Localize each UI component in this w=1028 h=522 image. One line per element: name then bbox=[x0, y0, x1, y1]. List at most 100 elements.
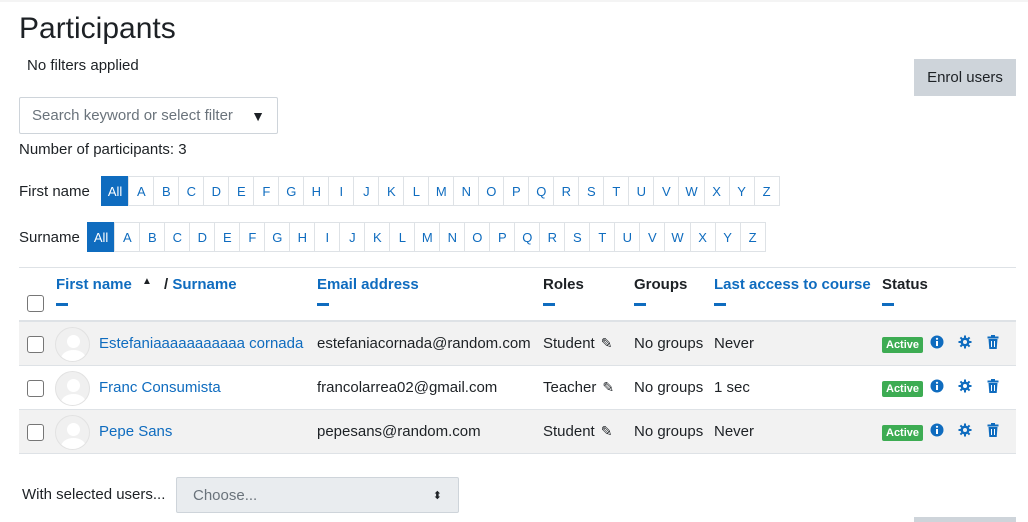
status-badge: Active bbox=[882, 337, 924, 353]
first-name-letter-j[interactable]: J bbox=[353, 176, 380, 206]
first-name-letter-y[interactable]: Y bbox=[728, 176, 755, 206]
first-name-letter-o[interactable]: O bbox=[478, 176, 505, 206]
info-icon[interactable] bbox=[930, 334, 944, 350]
first-name-letter-i[interactable]: I bbox=[328, 176, 355, 206]
gear-icon[interactable] bbox=[958, 422, 972, 438]
surname-letter-k[interactable]: K bbox=[364, 222, 391, 252]
first-name-letter-p[interactable]: P bbox=[503, 176, 530, 206]
first-name-letter-w[interactable]: W bbox=[678, 176, 705, 206]
info-icon[interactable] bbox=[930, 422, 944, 438]
first-name-letter-c[interactable]: C bbox=[178, 176, 205, 206]
first-name-letter-a[interactable]: A bbox=[128, 176, 155, 206]
user-avatar[interactable] bbox=[55, 415, 90, 450]
first-name-letter-f[interactable]: F bbox=[253, 176, 280, 206]
trash-icon[interactable] bbox=[986, 334, 1000, 350]
surname-letter-x[interactable]: X bbox=[689, 222, 716, 252]
row-select-checkbox[interactable] bbox=[27, 336, 44, 353]
surname-letter-s[interactable]: S bbox=[564, 222, 591, 252]
surname-letter-t[interactable]: T bbox=[589, 222, 616, 252]
first-name-letter-z[interactable]: Z bbox=[753, 176, 780, 206]
header-surname-label[interactable]: Surname bbox=[172, 276, 236, 293]
row-select-checkbox[interactable] bbox=[27, 424, 44, 441]
first-name-letter-t[interactable]: T bbox=[603, 176, 630, 206]
surname-letter-n[interactable]: N bbox=[439, 222, 466, 252]
first-name-letter-u[interactable]: U bbox=[628, 176, 655, 206]
surname-letter-o[interactable]: O bbox=[464, 222, 491, 252]
select-all-checkbox[interactable] bbox=[27, 295, 44, 312]
first-name-letter-v[interactable]: V bbox=[653, 176, 680, 206]
surname-letter-c[interactable]: C bbox=[164, 222, 191, 252]
gear-icon[interactable] bbox=[958, 334, 972, 350]
user-name-link[interactable]: Franc Consumista bbox=[99, 379, 221, 396]
first-name-letter-n[interactable]: N bbox=[453, 176, 480, 206]
surname-letter-i[interactable]: I bbox=[314, 222, 341, 252]
surname-letter-b[interactable]: B bbox=[139, 222, 166, 252]
surname-letter-v[interactable]: V bbox=[639, 222, 666, 252]
filters-status: No filters applied bbox=[27, 57, 139, 74]
first-name-letter-q[interactable]: Q bbox=[528, 176, 555, 206]
first-name-letter-e[interactable]: E bbox=[228, 176, 255, 206]
first-name-letter-l[interactable]: L bbox=[403, 176, 430, 206]
user-last-access: 1 sec bbox=[714, 379, 750, 396]
user-avatar[interactable] bbox=[55, 327, 90, 362]
enrol-users-button[interactable]: Enrol users bbox=[914, 59, 1016, 96]
header-last-access[interactable]: Last access to course bbox=[714, 276, 871, 306]
pencil-icon[interactable]: ✎ bbox=[602, 379, 614, 396]
surname-letter-e[interactable]: E bbox=[214, 222, 241, 252]
surname-letter-h[interactable]: H bbox=[289, 222, 316, 252]
surname-letter-f[interactable]: F bbox=[239, 222, 266, 252]
trash-icon[interactable] bbox=[986, 422, 1000, 438]
surname-letter-q[interactable]: Q bbox=[514, 222, 541, 252]
surname-letter-d[interactable]: D bbox=[189, 222, 216, 252]
surname-letter-all[interactable]: All bbox=[86, 222, 116, 252]
surname-letter-w[interactable]: W bbox=[664, 222, 691, 252]
user-name-link[interactable]: Pepe Sans bbox=[99, 423, 172, 440]
row-select-checkbox[interactable] bbox=[27, 380, 44, 397]
sort-ascending-icon: ▲ bbox=[142, 276, 152, 287]
first-name-letter-k[interactable]: K bbox=[378, 176, 405, 206]
user-groups: No groups bbox=[634, 335, 704, 352]
trash-icon[interactable] bbox=[986, 378, 1000, 394]
dropdown-caret-icon[interactable]: ▼ bbox=[251, 108, 265, 124]
search-filter-input[interactable]: Search keyword or select filter ▼ bbox=[19, 97, 278, 134]
first-name-letter-all[interactable]: All bbox=[100, 176, 130, 206]
surname-letter-u[interactable]: U bbox=[614, 222, 641, 252]
first-name-letter-r[interactable]: R bbox=[553, 176, 580, 206]
user-email: francolarrea02@gmail.com bbox=[317, 379, 498, 396]
surname-letter-m[interactable]: M bbox=[414, 222, 441, 252]
user-avatar[interactable] bbox=[55, 371, 90, 406]
first-name-letter-g[interactable]: G bbox=[278, 176, 305, 206]
surname-letter-a[interactable]: A bbox=[114, 222, 141, 252]
header-roles-dash bbox=[543, 303, 555, 306]
header-groups-dash bbox=[634, 303, 646, 306]
info-icon[interactable] bbox=[930, 378, 944, 394]
pencil-icon[interactable]: ✎ bbox=[601, 335, 613, 352]
first-name-letter-m[interactable]: M bbox=[428, 176, 455, 206]
bulk-action-select[interactable]: Choose... ⬍ bbox=[176, 477, 459, 513]
status-badge: Active bbox=[882, 381, 924, 397]
header-roles-label: Roles bbox=[543, 276, 584, 293]
surname-letter-r[interactable]: R bbox=[539, 222, 566, 252]
header-last-access-dash bbox=[714, 303, 726, 306]
header-last-access-label[interactable]: Last access to course bbox=[714, 276, 871, 293]
surname-letter-p[interactable]: P bbox=[489, 222, 516, 252]
surname-letter-z[interactable]: Z bbox=[739, 222, 766, 252]
first-name-letter-x[interactable]: X bbox=[703, 176, 730, 206]
surname-letter-j[interactable]: J bbox=[339, 222, 366, 252]
header-first-name-label[interactable]: First name bbox=[56, 276, 132, 293]
pencil-icon[interactable]: ✎ bbox=[601, 423, 613, 440]
surname-letter-y[interactable]: Y bbox=[714, 222, 741, 252]
header-email-label[interactable]: Email address bbox=[317, 276, 419, 293]
partial-button[interactable] bbox=[914, 517, 1016, 522]
header-first-name[interactable]: First name ▲ bbox=[56, 276, 152, 306]
surname-letter-l[interactable]: L bbox=[389, 222, 416, 252]
gear-icon[interactable] bbox=[958, 378, 972, 394]
header-email[interactable]: Email address bbox=[317, 276, 419, 306]
user-name-link[interactable]: Estefaniaaaaaaaaaaa cornada bbox=[99, 335, 303, 352]
first-name-letter-d[interactable]: D bbox=[203, 176, 230, 206]
header-surname[interactable]: / Surname bbox=[164, 276, 237, 293]
first-name-letter-h[interactable]: H bbox=[303, 176, 330, 206]
first-name-letter-s[interactable]: S bbox=[578, 176, 605, 206]
first-name-letter-b[interactable]: B bbox=[153, 176, 180, 206]
surname-letter-g[interactable]: G bbox=[264, 222, 291, 252]
